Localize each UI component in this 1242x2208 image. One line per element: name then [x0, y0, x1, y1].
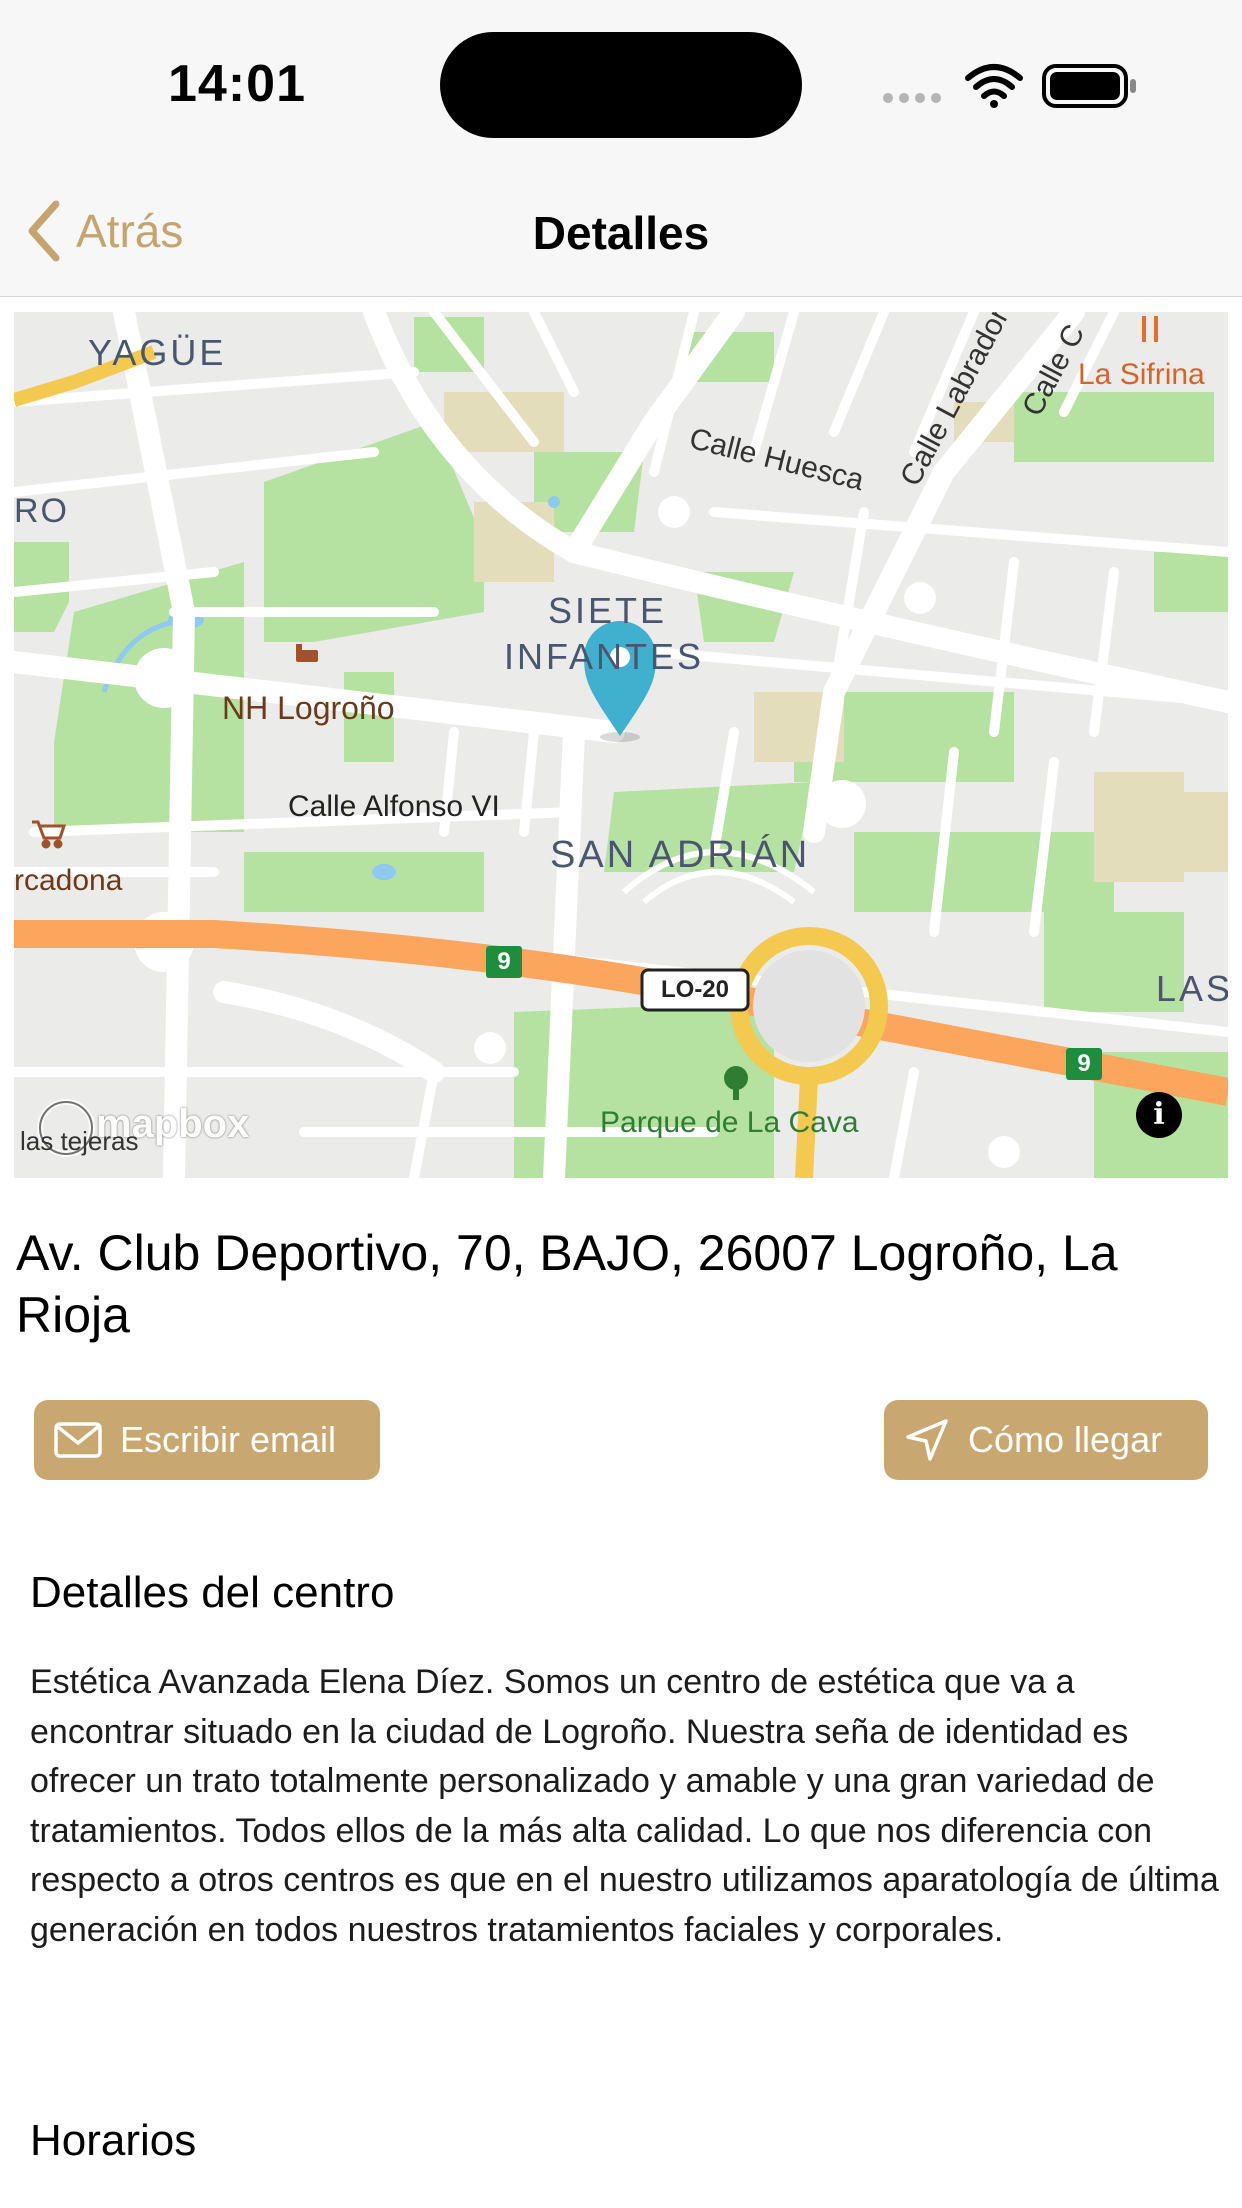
map-label-road-9-right: 9: [1077, 1050, 1091, 1077]
map-label-la-sifrina: La Sifrina: [1078, 358, 1205, 391]
map-label-road-9-left: 9: [497, 948, 511, 975]
map-label-siete: SIETE: [548, 590, 668, 631]
info-icon: i: [1153, 1097, 1165, 1132]
get-directions-button[interactable]: Cómo llegar: [884, 1400, 1208, 1480]
page-title: Detalles: [532, 207, 710, 259]
status-icons: [883, 64, 1136, 108]
map-label-infantes: INFANTES: [504, 636, 705, 677]
wifi-icon: [965, 64, 1023, 99]
map-label-nh-logrono: NH Logroño: [222, 690, 395, 726]
get-directions-label: Cómo llegar: [968, 1419, 1163, 1460]
battery-icon: [1042, 64, 1136, 108]
map-label-calle-alfonso: Calle Alfonso VI: [288, 790, 500, 823]
map-label-ro: RO: [14, 492, 69, 530]
map-label-yague: YAGÜE: [88, 332, 227, 373]
map-label-parque: Parque de La Cava: [600, 1106, 859, 1139]
map-label-las: LAS: [1156, 968, 1228, 1009]
address-text: Av. Club Deportivo, 70, BAJO, 26007 Logr…: [16, 1225, 1118, 1343]
envelope-icon: [54, 1422, 102, 1458]
map-label-rcadona: rcadona: [14, 864, 123, 897]
mapbox-logo-text: mapbox: [96, 1102, 250, 1146]
dynamic-island: [440, 32, 802, 138]
navigation-bar: Atrás Detalles: [0, 160, 1242, 297]
map-label-lo20: LO-20: [660, 976, 729, 1003]
map-info-button[interactable]: i: [1136, 1092, 1182, 1138]
navigation-arrow-icon: [906, 1419, 948, 1461]
status-bar: 14:01: [0, 0, 1242, 160]
map-canvas: [14, 312, 1228, 1178]
status-time: 14:01: [168, 55, 306, 113]
write-email-label: Escribir email: [120, 1419, 337, 1460]
map-view[interactable]: YAGÜE RO Calle Huesca Calle Labrador Cal…: [14, 312, 1228, 1178]
map-label-san-adrian: SAN ADRIÁN: [550, 834, 811, 876]
write-email-button[interactable]: Escribir email: [34, 1400, 380, 1480]
details-section-title: Detalles del centro: [30, 1568, 395, 1617]
signal-dots-icon: [883, 93, 941, 103]
hours-section-title: Horarios: [30, 2116, 197, 2165]
details-description: Estética Avanzada Elena Díez. Somos un c…: [30, 1663, 1219, 1949]
